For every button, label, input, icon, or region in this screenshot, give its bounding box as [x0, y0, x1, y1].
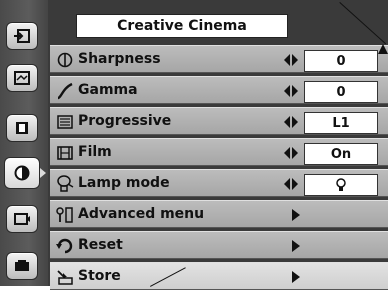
image-select-icon [16, 122, 28, 134]
menu-item-label: Reset [78, 237, 123, 253]
submenu-arrow-icon [292, 209, 300, 221]
active-indicator-arrow [40, 168, 46, 178]
progressive-value: L1 [304, 112, 378, 134]
sidebar-item-screen[interactable] [6, 205, 38, 233]
menu-item-film[interactable]: Film On [50, 138, 388, 166]
left-right-arrows-icon[interactable] [284, 178, 298, 190]
menu-item-label: Advanced menu [78, 206, 205, 222]
submenu-arrow-icon [292, 240, 300, 252]
menu-item-progressive[interactable]: Progressive L1 [50, 107, 388, 135]
sidebar [0, 0, 48, 286]
pointer-arrow-icon [378, 44, 388, 54]
menu-item-gamma[interactable]: Gamma 0 [50, 76, 388, 104]
gamma-value: 0 [304, 81, 378, 103]
computer-adjust-icon [14, 71, 30, 85]
input-icon [14, 29, 30, 43]
left-right-arrows-icon[interactable] [284, 116, 298, 128]
sidebar-item-image-select[interactable] [6, 114, 38, 142]
menu-item-label: Gamma [78, 82, 138, 98]
menu-item-label: Film [78, 144, 112, 160]
sidebar-item-computer-adjust[interactable] [6, 64, 38, 92]
screen-icon [14, 213, 30, 225]
menu-item-advanced-menu[interactable]: Advanced menu [50, 200, 388, 228]
left-right-arrows-icon[interactable] [284, 85, 298, 97]
lamp-mode-icon [56, 175, 74, 193]
menu-item-sharpness[interactable]: Sharpness 0 [50, 45, 388, 73]
reset-icon [56, 237, 74, 255]
image-adjust-icon [14, 165, 30, 181]
sidebar-item-setting[interactable] [6, 252, 38, 280]
menu-title: Creative Cinema [76, 14, 288, 38]
setting-icon [15, 260, 29, 271]
gamma-icon [56, 82, 74, 100]
submenu-arrow-icon [292, 271, 300, 283]
menu-item-lamp-mode[interactable]: Lamp mode [50, 169, 388, 197]
left-right-arrows-icon[interactable] [284, 147, 298, 159]
lamp-bulb-icon [336, 178, 346, 191]
film-value: On [304, 143, 378, 165]
film-icon [56, 144, 74, 162]
sidebar-item-input[interactable] [6, 22, 38, 50]
sharpness-value: 0 [304, 50, 378, 72]
menu-item-label: Store [78, 268, 121, 284]
sidebar-item-image-adjust[interactable] [4, 157, 40, 189]
sharpness-icon [56, 51, 74, 69]
advanced-menu-icon [56, 206, 74, 224]
lamp-mode-value [304, 174, 378, 196]
menu-item-label: Sharpness [78, 51, 161, 67]
menu-item-label: Progressive [78, 113, 172, 129]
menu-item-label: Lamp mode [78, 175, 170, 191]
progressive-icon [56, 113, 74, 131]
left-right-arrows-icon[interactable] [284, 54, 298, 66]
menu-item-reset[interactable]: Reset [50, 231, 388, 259]
store-icon [56, 268, 74, 286]
